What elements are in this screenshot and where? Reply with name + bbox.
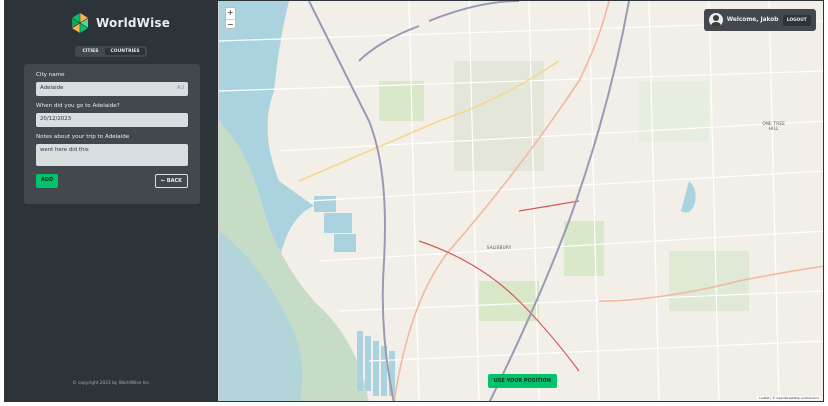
copyright: © copyright 2023 by WorldWise Inc. [72, 381, 151, 386]
tab-countries[interactable]: Countries [105, 48, 145, 55]
date-value: 20/12/2023 [40, 116, 72, 122]
zoom-control: + − [224, 7, 236, 30]
map-label-one-tree-hill: One Tree Hill [762, 121, 786, 131]
back-button[interactable]: ← Back [154, 174, 188, 188]
map-attribution[interactable]: Leaflet | © OpenStreetMap contributors [757, 396, 821, 400]
date-label: When did you go to Adelaide? [36, 103, 120, 109]
country-flag: AU [176, 85, 184, 91]
city-row: City name Adelaide AU [36, 72, 188, 96]
city-form: City name Adelaide AU When did you go to… [24, 64, 200, 204]
avatar [708, 13, 723, 27]
city-name-value: Adelaide [40, 85, 64, 91]
city-name-label: City name [36, 72, 65, 78]
logo-icon [69, 12, 91, 34]
notes-value: went here did this [40, 147, 89, 153]
add-button[interactable]: Add [36, 174, 59, 188]
app-window: WorldWise Cities Countries City name Ade… [4, 0, 824, 402]
date-input[interactable]: 20/12/2023 [36, 113, 188, 127]
notes-textarea[interactable]: went here did this [36, 144, 188, 166]
form-buttons: Add ← Back [36, 174, 188, 188]
zoom-out-button[interactable]: − [225, 18, 235, 30]
notes-label: Notes about your trip to Adelaide [36, 134, 130, 140]
map-tiles [218, 1, 823, 401]
zoom-in-button[interactable]: + [226, 8, 235, 19]
map-label-salisbury: Salisbury [486, 245, 512, 250]
city-name-input[interactable]: Adelaide AU [36, 82, 188, 96]
sidebar: WorldWise Cities Countries City name Ade… [5, 1, 218, 401]
tab-cities[interactable]: Cities [77, 48, 103, 55]
date-row: When did you go to Adelaide? 20/12/2023 [36, 103, 188, 127]
logout-button[interactable]: Logout [782, 14, 811, 26]
app-nav: Cities Countries [75, 46, 147, 57]
user-panel: Welcome, Jakob Logout [703, 9, 816, 31]
use-position-button[interactable]: Use your position [487, 374, 557, 388]
app-name: WorldWise [96, 16, 171, 30]
logo[interactable]: WorldWise [69, 12, 170, 34]
notes-row: Notes about your trip to Adelaide went h… [36, 134, 188, 166]
welcome-text: Welcome, Jakob [726, 17, 779, 23]
map[interactable]: Salisbury One Tree Hill + − Welcome, Jak… [217, 1, 823, 401]
